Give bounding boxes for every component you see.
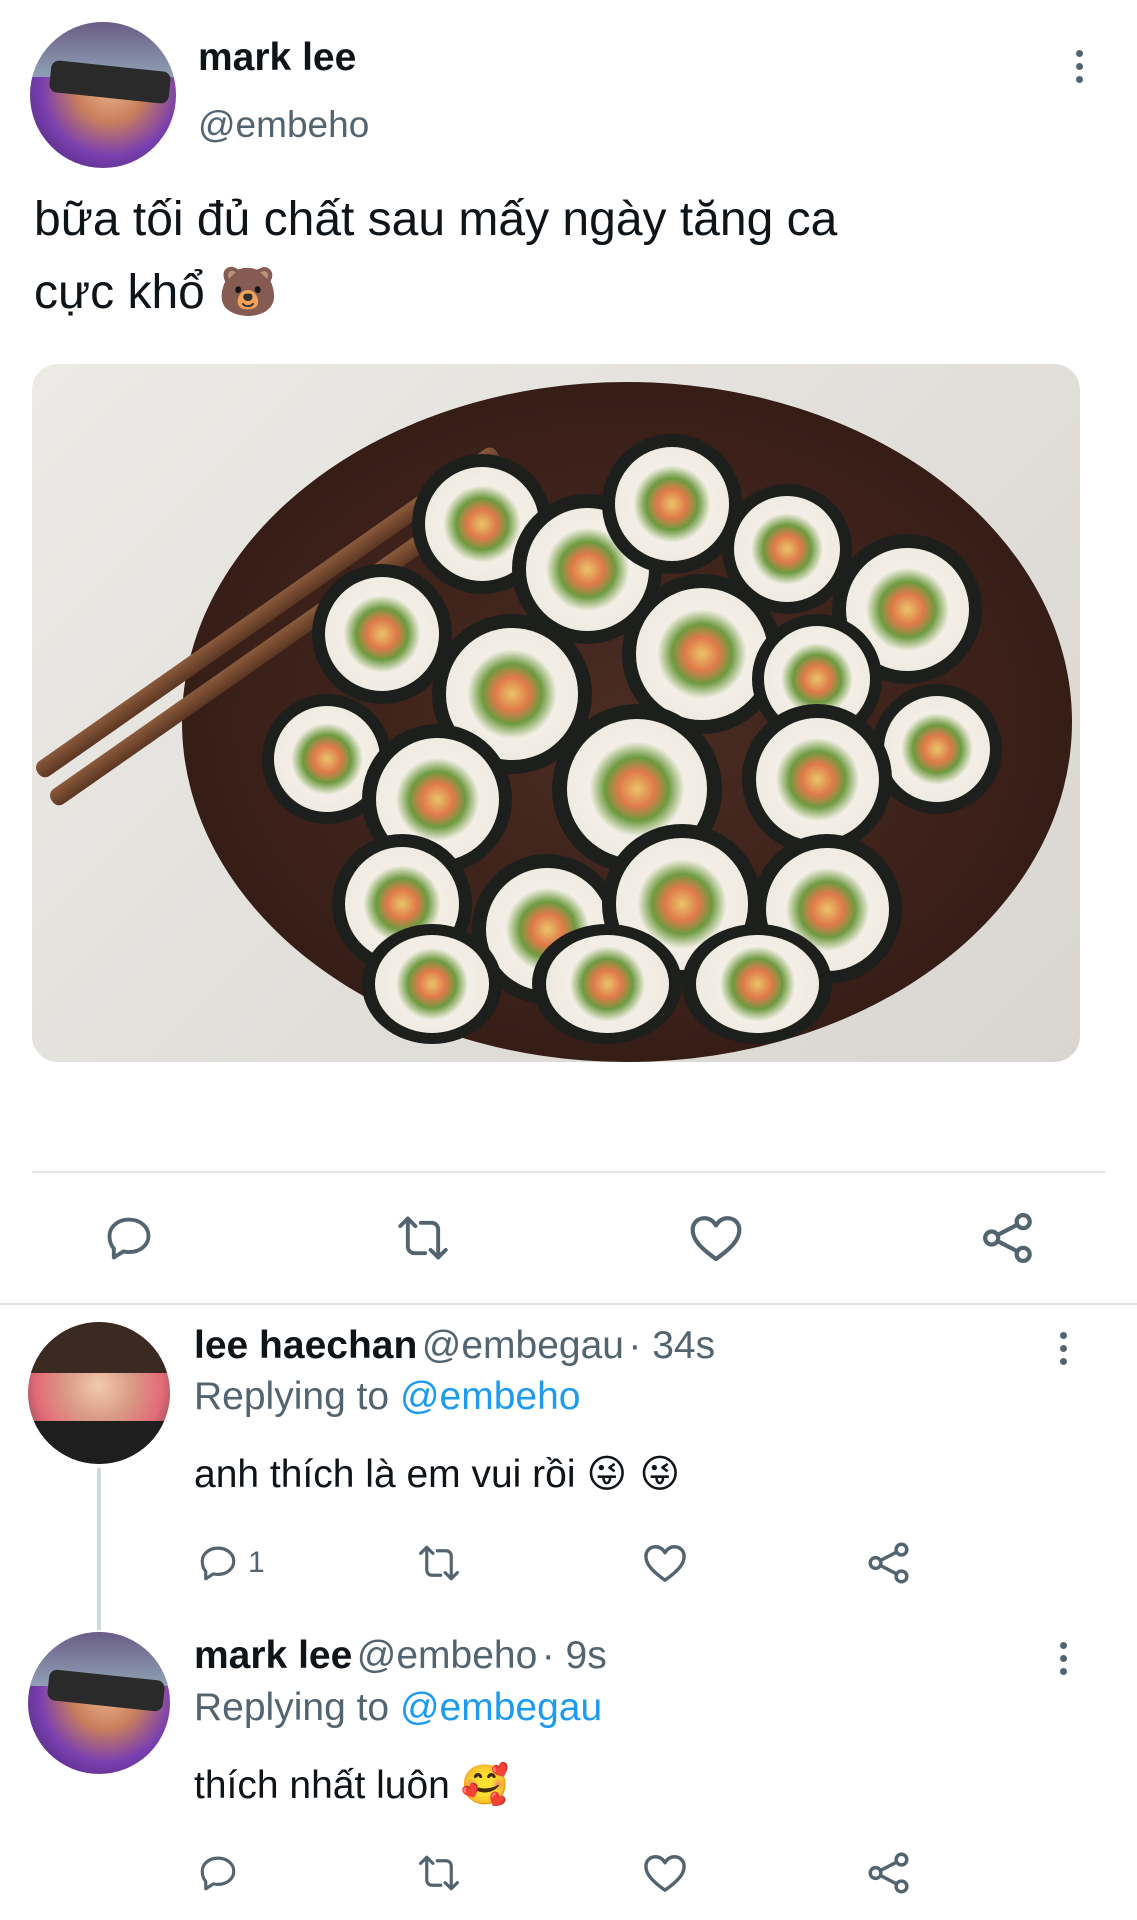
- heart-icon[interactable]: [688, 1212, 744, 1264]
- retweet-icon[interactable]: [414, 1542, 464, 1584]
- heart-icon[interactable]: [642, 1852, 688, 1894]
- replying-prefix: Replying to: [194, 1686, 390, 1729]
- retweet-icon[interactable]: [414, 1852, 464, 1894]
- author-avatar[interactable]: [30, 22, 176, 168]
- reply-text: anh thích là em vui rồi 😜 😜: [194, 1452, 680, 1497]
- replying-mention[interactable]: @embegau: [400, 1686, 602, 1729]
- avatar-jacket: [28, 1421, 170, 1464]
- tweet-text-line1: bữa tối đủ chất sau mấy ngày tăng ca: [34, 193, 838, 246]
- more-options-icon[interactable]: [1071, 50, 1087, 83]
- author-handle[interactable]: @embeho: [198, 104, 369, 146]
- kimbap-roll: [312, 564, 452, 704]
- share-icon[interactable]: [866, 1850, 912, 1896]
- share-icon[interactable]: [866, 1540, 912, 1586]
- reply-author-handle[interactable]: @embegau: [422, 1324, 624, 1367]
- tweet-text-line2: cực khổ: [34, 266, 205, 319]
- reply-count: 1: [248, 1546, 265, 1579]
- reply-author-handle[interactable]: @embeho: [357, 1634, 538, 1677]
- reply-text-body: thích nhất luôn: [194, 1764, 450, 1807]
- section-divider: [0, 1303, 1137, 1305]
- kimbap-roll: [362, 924, 502, 1044]
- kimbap-roll: [682, 924, 832, 1044]
- reply-author-name[interactable]: mark lee: [194, 1634, 352, 1677]
- reply-icon[interactable]: [196, 1852, 240, 1894]
- reply-avatar[interactable]: [28, 1322, 170, 1464]
- reply-text: thích nhất luôn 🥰: [194, 1762, 509, 1808]
- replying-prefix: Replying to: [194, 1375, 390, 1418]
- thread-line: [97, 1468, 101, 1630]
- share-icon[interactable]: [980, 1210, 1036, 1266]
- kimbap-roll: [532, 924, 682, 1044]
- reply-icon[interactable]: [196, 1542, 240, 1584]
- actions-divider: [32, 1171, 1105, 1173]
- replying-to: Replying to @embeho: [194, 1375, 581, 1419]
- tweet-text: bữa tối đủ chất sau mấy ngày tăng ca cực…: [34, 184, 1094, 329]
- reply-header: mark lee @embeho · 9s: [194, 1634, 607, 1678]
- reply-text-body: anh thích là em vui rồi: [194, 1453, 576, 1496]
- reply-avatar[interactable]: [28, 1632, 170, 1774]
- kimbap-roll: [602, 434, 742, 574]
- more-options-icon[interactable]: [1055, 1332, 1071, 1365]
- author-name[interactable]: mark lee: [198, 36, 356, 80]
- reply-time: · 34s: [628, 1324, 716, 1367]
- heart-icon[interactable]: [642, 1542, 688, 1584]
- reply-author-name[interactable]: lee haechan: [194, 1324, 417, 1367]
- smiling-hearts-emoji: 🥰: [460, 1763, 510, 1808]
- kimbap-roll: [742, 704, 892, 854]
- tweet-text-line2-wrap: cực khổ 🐻: [34, 256, 1094, 329]
- retweet-icon[interactable]: [392, 1212, 454, 1264]
- reply-header: lee haechan @embegau · 34s: [194, 1324, 715, 1368]
- reply-icon[interactable]: [102, 1212, 156, 1264]
- tweet-photo[interactable]: [32, 364, 1080, 1062]
- reply-time: · 9s: [541, 1634, 607, 1677]
- replying-to: Replying to @embegau: [194, 1686, 602, 1730]
- more-options-icon[interactable]: [1055, 1642, 1071, 1675]
- avatar-hair: [28, 1322, 170, 1374]
- replying-mention[interactable]: @embeho: [400, 1375, 581, 1418]
- wink-tongue-emoji: 😜 😜: [586, 1452, 681, 1497]
- kimbap-roll: [872, 684, 1002, 814]
- bear-emoji: 🐻: [218, 264, 278, 320]
